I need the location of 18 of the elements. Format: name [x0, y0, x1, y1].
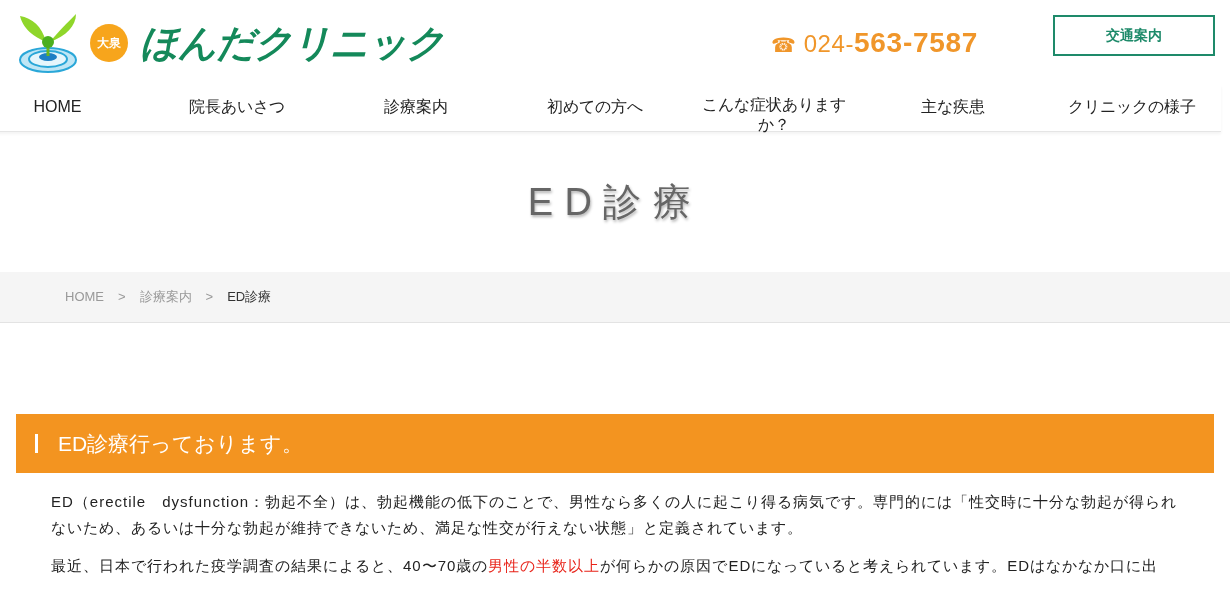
- nav-link[interactable]: 院長あいさつ: [188, 97, 285, 117]
- nav-link[interactable]: HOME: [33, 97, 82, 117]
- section-heading: ED診療行っております。: [58, 430, 304, 457]
- nav-link[interactable]: 初めての方へ: [546, 97, 643, 117]
- current-page-label: ED診療: [227, 288, 272, 307]
- breadcrumb-separator: >: [205, 288, 214, 307]
- body-paragraph: 最近、日本で行われた疫学調査の結果によると、40〜70歳の男性の半数以上が何らかの原因でEDになっていると考えられています。EDはなかなか口に出: [51, 556, 1160, 576]
- access-button[interactable]: 交通案内: [1053, 15, 1215, 56]
- nav-link[interactable]: クリニックの様子: [1067, 97, 1196, 117]
- body-paragraph: ED（erectile dysfunction：勃起不全）は、勃起機能の低下のことで、男性なら多くの人に起こり得る病気です。専門的には「性交時に十分な勃起が得られないため、あるいは十分な勃起が維持できないため、満足な性交が行えない状態」と定義されています。: [51, 492, 1179, 538]
- nav-link[interactable]: 主な疾患: [920, 97, 985, 117]
- logo-badge: 大泉: [90, 23, 128, 62]
- nav-link[interactable]: 診療案内: [383, 97, 448, 117]
- nav-link[interactable]: こんな症状ありますか？: [698, 95, 849, 135]
- heading-marker: [35, 434, 38, 453]
- breadcrumb-separator: >: [118, 288, 126, 307]
- clinic-logo-name: ほんだクリニック: [140, 23, 445, 62]
- page-title: ED診療: [527, 179, 703, 225]
